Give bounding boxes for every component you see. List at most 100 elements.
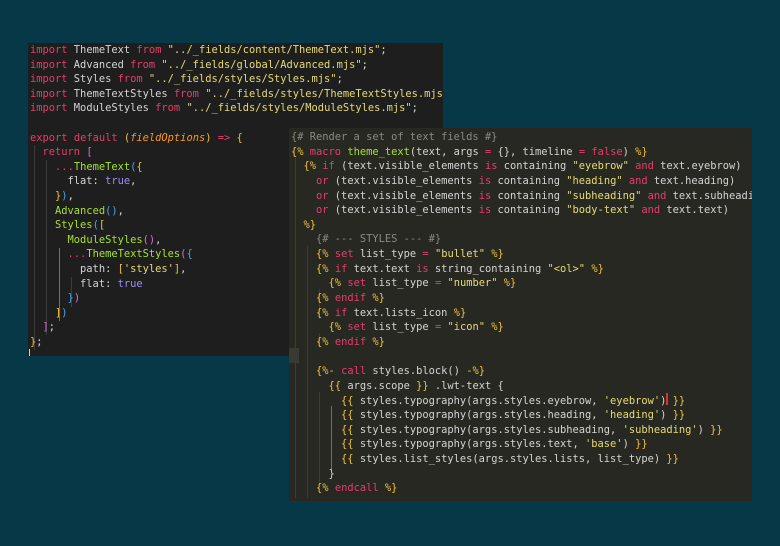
code-token: or xyxy=(316,204,329,217)
code-token: is xyxy=(478,189,492,202)
code-line: {% macro theme_text(text, args = {}, tim… xyxy=(289,145,752,160)
code-token: theme_text xyxy=(347,145,410,158)
code-line: import Styles from "../_fields/styles/St… xyxy=(28,72,443,87)
code-token: import xyxy=(30,58,68,71)
code-token: "../_fields/global/Advanced.mjs" xyxy=(161,58,362,71)
code-token: path: xyxy=(30,262,118,275)
code-token: {% xyxy=(303,160,317,173)
code-token: %} xyxy=(372,335,385,348)
code-token: %} xyxy=(384,482,398,495)
code-token: or xyxy=(316,174,329,187)
code-token: from xyxy=(130,58,156,71)
code-token: ThemeTextStyles xyxy=(86,248,181,261)
code-token: list_type xyxy=(366,321,435,334)
code-token: "eyebrow" xyxy=(572,160,629,173)
code-line: import ThemeText from "../_fields/conten… xyxy=(28,43,443,58)
code-token: text.eyebrow) xyxy=(653,160,742,173)
code-token: {{ xyxy=(341,423,354,436)
code-token: 'styles' xyxy=(123,262,174,275)
code-token: is xyxy=(416,262,429,275)
code-token: and xyxy=(628,174,648,187)
code-token: if xyxy=(322,160,335,173)
code-token: import xyxy=(30,102,68,115)
code-token: or xyxy=(316,189,329,202)
code-line: or (text.visible_elements is containing … xyxy=(289,189,752,204)
code-token: "icon" xyxy=(447,321,486,334)
code-token: text.heading) xyxy=(647,174,736,187)
code-token: {{ xyxy=(341,409,354,422)
code-token: from xyxy=(173,87,199,100)
code-token: {% xyxy=(328,321,342,334)
code-token: macro xyxy=(309,145,342,158)
code-token: ) xyxy=(61,306,68,319)
code-token: ) xyxy=(622,438,636,451)
code-token: ; xyxy=(361,58,368,71)
code-token: ) xyxy=(660,409,673,422)
code-token: }} xyxy=(666,453,679,466)
code-token: () xyxy=(142,233,156,246)
code-token: (text.visible_elements xyxy=(334,160,485,173)
code-token: {% xyxy=(316,248,329,261)
code-token: }} xyxy=(672,409,686,422)
code-token: "../_fields/styles/ModuleStyles.mjs" xyxy=(186,102,412,115)
code-token: list_type xyxy=(353,248,423,261)
code-token: text.text xyxy=(347,262,417,275)
template-editor-panel[interactable]: {# Render a set of text fields #} {% macr… xyxy=(289,128,752,501)
code-line: {# --- STYLES --- #} xyxy=(289,232,752,247)
code-token: } xyxy=(291,467,335,480)
code-token: from xyxy=(136,44,162,56)
code-token: args.scope xyxy=(341,379,417,392)
code-token: %} xyxy=(303,218,317,231)
code-token: {% xyxy=(316,292,329,305)
code-line: import Advanced from "../_fields/global/… xyxy=(28,58,443,73)
code-line: {%- call styles.block() -%} xyxy=(289,364,752,379)
code-token: text.lists_icon xyxy=(347,306,454,319)
code-token: {% xyxy=(291,145,304,158)
code-token: and xyxy=(635,160,654,173)
code-line: {% endcall %} xyxy=(289,481,752,496)
code-token: containing xyxy=(497,160,573,173)
code-token: "subheading" xyxy=(566,189,642,202)
code-line: {% set list_type = "icon" %} xyxy=(289,320,752,335)
code-token: string_containing xyxy=(428,262,548,275)
code-token: text.subheading) xyxy=(672,189,752,202)
code-lines: {# Render a set of text fields #} {% macr… xyxy=(289,130,752,496)
code-token: false xyxy=(591,145,623,158)
code-token: {{ xyxy=(341,453,354,466)
code-token: Advanced xyxy=(67,58,131,71)
code-line: {% endif %} xyxy=(289,291,752,306)
code-token: and xyxy=(641,204,661,217)
code-token: %} xyxy=(453,306,467,319)
code-token: 'base' xyxy=(585,438,623,451)
code-token: Styles xyxy=(67,73,118,86)
code-token: "body-text" xyxy=(566,204,636,217)
code-line: %} xyxy=(289,218,752,233)
code-token: ; xyxy=(380,44,387,56)
code-token: styles.list_styles(args.styles.lists, li… xyxy=(353,453,667,466)
code-token: {%- xyxy=(316,365,335,378)
code-token: ) xyxy=(660,394,673,407)
code-token: .lwt-text { xyxy=(428,379,504,392)
code-token: ThemeText xyxy=(67,44,137,56)
code-token: {}, timeline xyxy=(491,145,579,158)
code-token: styles.typography(args.styles.subheading… xyxy=(353,423,623,436)
code-token: , xyxy=(117,204,124,217)
code-token: %} xyxy=(591,262,604,275)
code-token: 'eyebrow' xyxy=(603,394,661,407)
